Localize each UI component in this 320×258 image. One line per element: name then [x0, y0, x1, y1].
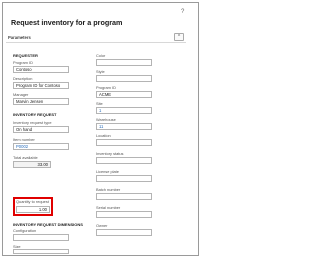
serial-number-field[interactable] [96, 211, 152, 218]
configuration-label: Configuration [13, 228, 37, 233]
item-number-field[interactable]: P0002 [13, 143, 69, 150]
style-label: Style [96, 69, 105, 74]
inventory-request-dimensions-title: INVENTORY REQUEST DIMENSIONS [13, 222, 83, 227]
inventory-request-type-label: Inventory request type [13, 120, 52, 125]
parameters-label: Parameters [8, 35, 31, 40]
manager-field[interactable]: Marvin Jensen [13, 98, 69, 105]
item-number-label: Item number [13, 137, 35, 142]
total-available-label: Total available [13, 155, 38, 160]
right-program-id-label: Program ID [96, 85, 116, 90]
warehouse-label: Warehouse [96, 117, 116, 122]
batch-number-field[interactable] [96, 193, 152, 200]
inventory-request-type-field[interactable]: On hand [13, 126, 69, 133]
license-plate-field[interactable] [96, 175, 152, 182]
description-field[interactable]: Program ID for Contoso [13, 82, 69, 89]
license-plate-label: License plate [96, 169, 119, 174]
location-label: Location [96, 133, 111, 138]
site-field[interactable]: 1 [96, 107, 152, 114]
color-label: Color [96, 53, 106, 58]
collapse-icon[interactable]: ^ [174, 33, 184, 41]
inventory-status-field[interactable] [96, 157, 152, 164]
batch-number-label: Batch number [96, 187, 121, 192]
dialog-title: Request inventory for a program [11, 18, 123, 27]
inventory-request-group-title: INVENTORY REQUEST [13, 112, 57, 117]
owner-field[interactable] [96, 229, 152, 236]
quantity-to-request-field[interactable]: 1.00 [16, 206, 50, 213]
warehouse-field[interactable]: 11 [96, 123, 152, 130]
program-id-label: Program ID [13, 60, 33, 65]
size-field[interactable] [13, 249, 69, 254]
serial-number-label: Serial number [96, 205, 121, 210]
right-program-id-field[interactable]: ACME [96, 91, 152, 98]
style-field[interactable] [96, 75, 152, 82]
color-field[interactable] [96, 59, 152, 66]
configuration-field[interactable] [13, 234, 69, 241]
help-icon[interactable]: ? [181, 9, 184, 15]
location-field[interactable] [96, 139, 152, 146]
site-label: Site [96, 101, 103, 106]
parameters-section-header[interactable]: Parameters ^ [6, 33, 186, 43]
total-available-field: 33.00 [13, 161, 51, 168]
manager-label: Manager [13, 92, 29, 97]
requester-group-title: REQUESTER [13, 53, 38, 58]
quantity-to-request-label: Quantity to request [16, 199, 49, 204]
inventory-status-label: Inventory status [96, 151, 124, 156]
program-id-field[interactable]: Contoso [13, 66, 69, 73]
description-label: Description [13, 76, 33, 81]
owner-label: Owner [96, 223, 108, 228]
